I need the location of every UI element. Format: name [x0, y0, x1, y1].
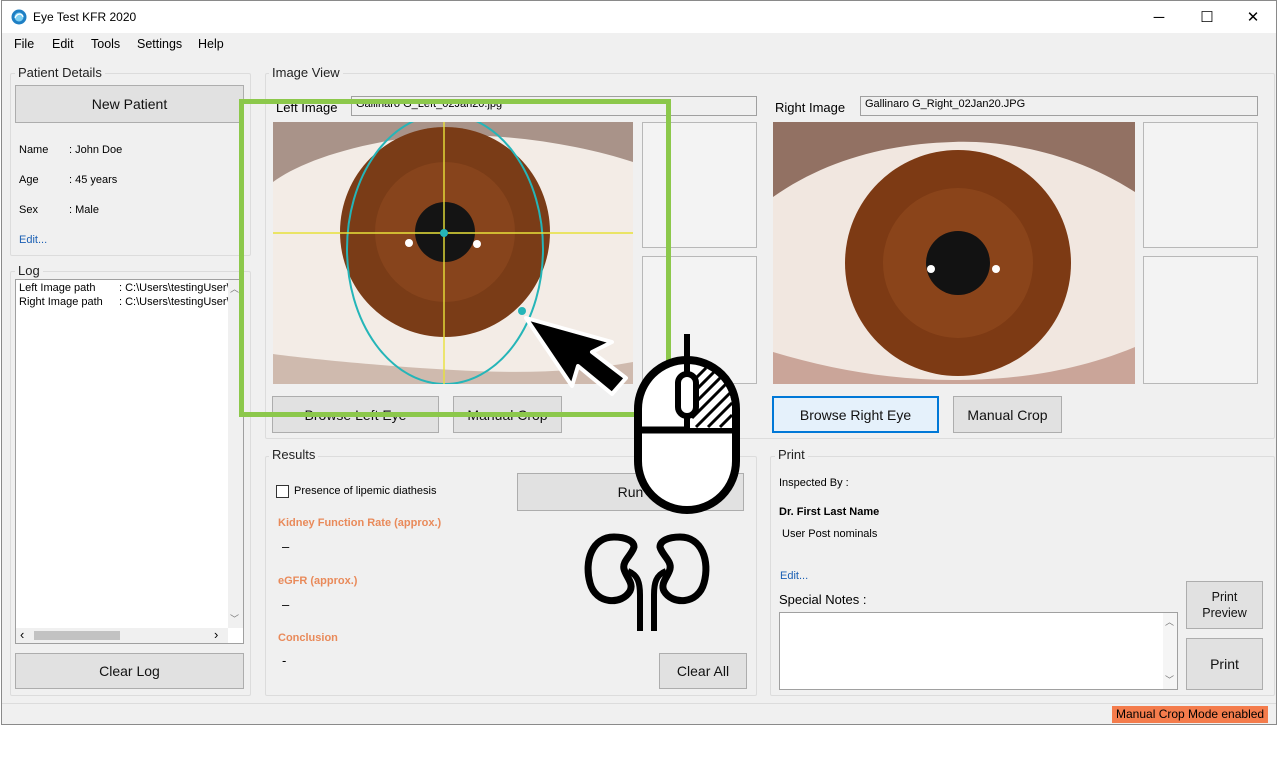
print-button[interactable]: Print	[1186, 638, 1263, 690]
age-value: : 45 years	[69, 174, 118, 186]
lipemic-checkbox[interactable]	[276, 485, 289, 498]
minimize-button[interactable]: ─	[1136, 1, 1182, 33]
scroll-up-icon[interactable]: ︿	[1165, 615, 1174, 628]
kidney-function-value: –	[282, 539, 290, 554]
conclusion-value: -	[282, 653, 287, 668]
status-bar	[2, 703, 1276, 724]
log-line-value: : C:\Users\testingUser\	[119, 282, 230, 294]
log-horizontal-scrollbar[interactable]: ‹ ›	[16, 627, 228, 643]
name-label: Name	[19, 144, 49, 156]
manual-crop-right-button[interactable]: Manual Crop	[953, 396, 1062, 433]
clear-log-button[interactable]: Clear Log	[15, 653, 244, 689]
log-line-label: Left Image path	[19, 282, 96, 294]
menu-help[interactable]: Help	[198, 37, 224, 51]
clear-all-button[interactable]: Clear All	[659, 653, 747, 689]
menu-file[interactable]: File	[14, 37, 34, 51]
print-preview-button[interactable]: Print Preview	[1186, 581, 1263, 629]
maximize-button[interactable]: ☐	[1184, 1, 1230, 33]
doctor-postnominals: User Post nominals	[782, 528, 878, 540]
scroll-down-icon[interactable]: ﹀	[1165, 673, 1174, 686]
window-title: Eye Test KFR 2020	[33, 10, 137, 24]
log-title: Log	[15, 263, 43, 278]
menu-bar: File Edit Tools Settings Help	[2, 33, 1276, 55]
sex-value: : Male	[69, 204, 99, 216]
right-image-path[interactable]: Gallinaro G_Right_02Jan20.JPG	[860, 96, 1258, 116]
scroll-down-icon[interactable]: ﹀	[230, 612, 239, 625]
log-list[interactable]: Left Image path : C:\Users\testingUser\ …	[15, 279, 244, 644]
results-title: Results	[269, 447, 319, 462]
close-button[interactable]: ✕	[1230, 1, 1276, 33]
right-eye-image[interactable]	[773, 122, 1135, 384]
image-view-title: Image View	[269, 65, 343, 80]
doctor-name: Dr. First Last Name	[779, 506, 880, 518]
scroll-left-icon[interactable]: ‹	[20, 627, 24, 642]
inspected-by-label: Inspected By :	[779, 477, 849, 489]
patient-edit-link[interactable]: Edit...	[19, 234, 47, 246]
menu-settings[interactable]: Settings	[137, 37, 182, 51]
egfr-label: eGFR (approx.)	[278, 575, 358, 587]
print-title: Print	[775, 447, 808, 462]
browse-right-eye-button[interactable]: Browse Right Eye	[772, 396, 939, 433]
menu-edit[interactable]: Edit	[52, 37, 74, 51]
app-logo-icon	[11, 9, 27, 25]
log-line-label: Right Image path	[19, 296, 103, 308]
scroll-up-icon[interactable]: ︿	[230, 282, 239, 295]
kidney-function-label: Kidney Function Rate (approx.)	[278, 517, 442, 529]
conclusion-label: Conclusion	[278, 632, 338, 644]
right-crop-preview-top	[1143, 122, 1258, 248]
patient-details-title: Patient Details	[15, 65, 105, 80]
age-label: Age	[19, 174, 39, 186]
title-bar: Eye Test KFR 2020 ─ ☐ ✕	[2, 1, 1276, 33]
log-line-value: : C:\Users\testingUser\	[119, 296, 230, 308]
notes-scrollbar[interactable]: ︿ ﹀	[1163, 613, 1177, 689]
special-notes-input[interactable]: ︿ ﹀	[779, 612, 1178, 690]
egfr-value: –	[282, 597, 290, 612]
sex-label: Sex	[19, 204, 38, 216]
lipemic-label: Presence of lipemic diathesis	[294, 485, 437, 497]
cursor-arrow-icon	[524, 316, 628, 396]
new-patient-button[interactable]: New Patient	[15, 85, 244, 123]
name-value: : John Doe	[69, 144, 123, 156]
kidneys-icon	[584, 533, 710, 631]
scroll-right-icon[interactable]: ›	[214, 627, 218, 642]
status-message: Manual Crop Mode enabled	[1112, 706, 1269, 723]
mouse-icon	[634, 334, 740, 514]
right-image-label: Right Image	[775, 100, 846, 115]
print-edit-link[interactable]: Edit...	[780, 570, 808, 582]
menu-tools[interactable]: Tools	[91, 37, 120, 51]
scroll-thumb[interactable]	[34, 631, 120, 640]
right-crop-preview-bottom	[1143, 256, 1258, 384]
special-notes-label: Special Notes :	[779, 592, 867, 607]
